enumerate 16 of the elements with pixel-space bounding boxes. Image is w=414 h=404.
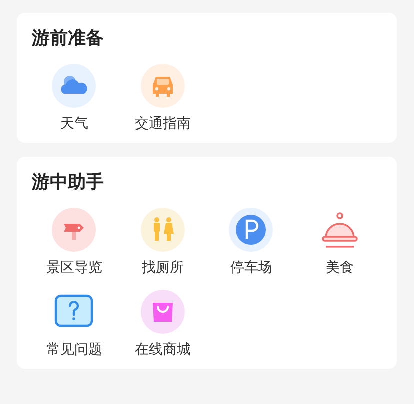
shortcut-button[interactable]: 天气 [30,63,118,135]
shortcut-button[interactable]: 在线商城 [118,289,207,361]
shortcut-button[interactable]: 常见问题 [30,289,118,361]
shortcut-button[interactable]: 美食 [296,207,384,279]
shortcut-button[interactable]: 找厕所 [118,207,207,279]
toilet-icon [140,208,185,252]
section-title: 游前准备 [32,27,105,51]
shopping-bag-icon [140,290,185,334]
shortcut-button[interactable]: 景区导览 [30,207,118,279]
section-title: 游中助手 [32,171,105,195]
shortcut-button[interactable]: 停车场 [207,207,296,279]
shortcut-button[interactable]: 交通指南 [118,63,207,135]
signpost-icon [52,208,96,252]
car-icon [140,64,185,108]
cloud-icon [52,64,96,108]
parking-icon [229,208,274,252]
